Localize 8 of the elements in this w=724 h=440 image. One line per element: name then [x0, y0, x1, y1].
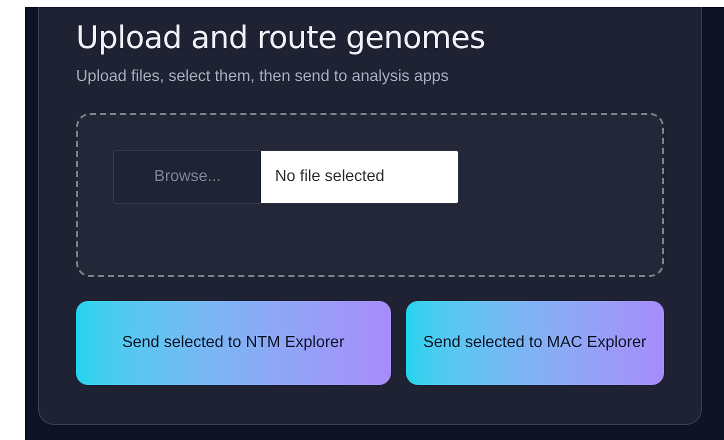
page-heading: Upload and route genomes [76, 19, 486, 58]
file-name: No file selected [261, 151, 458, 203]
file-input[interactable]: Browse... No file selected [113, 150, 459, 204]
browse-button[interactable]: Browse... [114, 151, 261, 203]
drop-zone[interactable]: Browse... No file selected [76, 113, 664, 277]
send-button[interactable]: Send selected to NTM Explorer [76, 301, 390, 385]
page-subtitle: Upload files, select them, then send to analysis apps [76, 67, 450, 87]
send-button[interactable]: Send selected to MAC Explorer [406, 301, 664, 385]
